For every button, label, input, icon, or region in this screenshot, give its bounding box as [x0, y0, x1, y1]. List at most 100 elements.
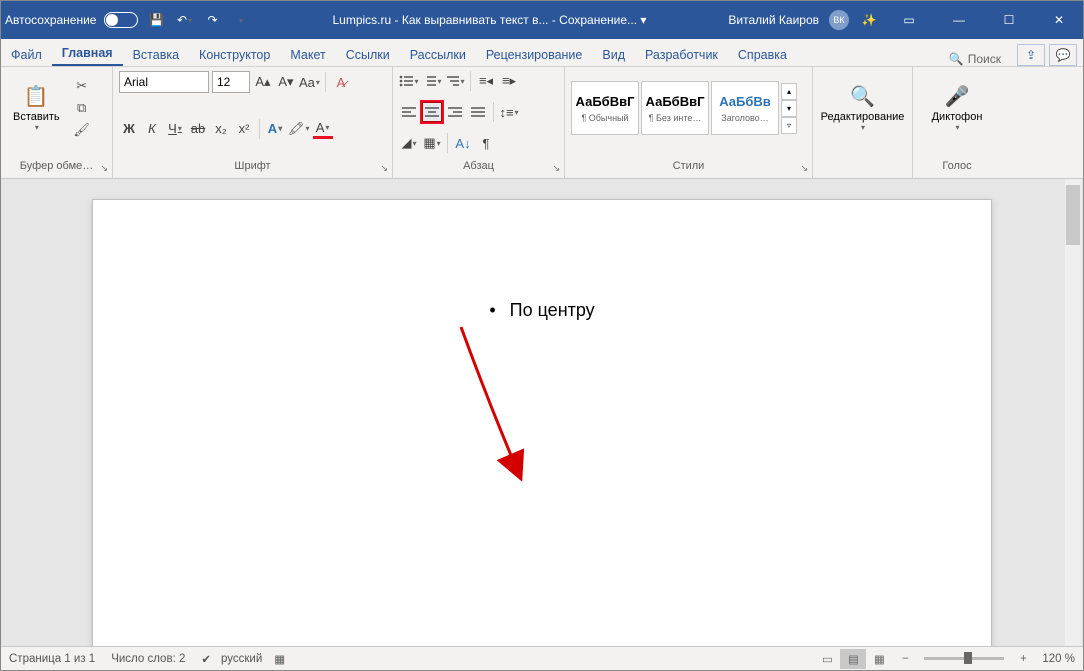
magic-icon[interactable]: ✨ [859, 10, 879, 30]
app-window: Автосохранение 💾 ↶▾ ↷ ▾ Lumpics.ru - Как… [0, 0, 1084, 671]
group-editing: 🔍 Редактирование ▾ [813, 67, 913, 178]
user-name: Виталий Каиров [728, 13, 819, 27]
style-heading1[interactable]: АаБбВвЗаголово… [711, 81, 779, 135]
microphone-icon: 🎤 [945, 84, 970, 109]
tab-layout[interactable]: Макет [280, 44, 335, 66]
find-button[interactable]: 🔍 Редактирование ▾ [819, 71, 906, 145]
ribbon-display-icon[interactable]: ▭ [889, 5, 929, 35]
tab-design[interactable]: Конструктор [189, 44, 280, 66]
print-layout-icon[interactable]: ▤ [840, 649, 866, 669]
zoom-out-icon[interactable]: − [892, 649, 918, 669]
dictate-button[interactable]: 🎤 Диктофон ▾ [919, 71, 995, 145]
clear-format-icon[interactable]: A̷ [331, 72, 351, 92]
maximize-button[interactable]: ☐ [989, 5, 1029, 35]
bullet-paragraph[interactable]: • По центру [173, 300, 911, 321]
increase-indent-icon[interactable]: ≡▸ [499, 71, 519, 91]
styles-more-icon[interactable]: ▿ [781, 117, 797, 134]
line-spacing-icon[interactable]: ↕≡▾ [499, 102, 519, 122]
superscript-icon[interactable]: x² [234, 119, 254, 139]
text-effects-icon[interactable]: A▾ [265, 119, 285, 139]
close-button[interactable]: ✕ [1039, 5, 1079, 35]
user-avatar[interactable]: ВК [829, 10, 849, 30]
document-title: Lumpics.ru - Как выравнивать текст в... [332, 13, 548, 27]
tab-review[interactable]: Рецензирование [476, 44, 593, 66]
minimize-button[interactable]: — [939, 5, 979, 35]
read-mode-icon[interactable]: ▭ [814, 649, 840, 669]
align-center-icon[interactable] [422, 102, 442, 122]
search-box[interactable]: 🔍 Поиск [939, 52, 1011, 66]
italic-button[interactable]: К [142, 119, 162, 139]
document-area[interactable]: • По центру [1, 179, 1083, 646]
styles-label: Стили [673, 160, 705, 172]
shrink-font-icon[interactable]: A▾ [276, 72, 296, 92]
sort-icon[interactable]: A↓ [453, 133, 473, 153]
scroll-thumb[interactable] [1066, 185, 1080, 245]
copy-icon[interactable]: ⧉ [73, 99, 91, 117]
styles-dialog-icon[interactable]: ↘ [800, 163, 808, 174]
decrease-indent-icon[interactable]: ≡◂ [476, 71, 496, 91]
bullets-icon[interactable]: ▾ [399, 71, 419, 91]
underline-button[interactable]: Ч▾ [165, 119, 185, 139]
show-marks-icon[interactable]: ¶ [476, 133, 496, 153]
tab-mailings[interactable]: Рассылки [400, 44, 476, 66]
borders-icon[interactable]: ▦▾ [422, 133, 442, 153]
cut-icon[interactable]: ✂ [73, 77, 91, 95]
zoom-level[interactable]: 120 % [1042, 653, 1075, 665]
save-icon[interactable]: 💾 [146, 10, 166, 30]
styles-up-icon[interactable]: ▴ [781, 83, 797, 100]
autosave-toggle[interactable] [104, 12, 138, 28]
page-number[interactable]: Страница 1 из 1 [9, 653, 95, 665]
vertical-scrollbar[interactable] [1065, 179, 1081, 646]
zoom-slider[interactable] [924, 657, 1004, 660]
align-right-icon[interactable] [445, 102, 465, 122]
font-color-icon[interactable]: A▾ [313, 119, 333, 139]
tab-home[interactable]: Главная [52, 42, 123, 66]
saving-status: - Сохранение... [552, 13, 637, 27]
multilevel-icon[interactable]: ▾ [445, 71, 465, 91]
zoom-in-icon[interactable]: + [1010, 649, 1036, 669]
strike-button[interactable]: ab [188, 119, 208, 139]
spellcheck-icon[interactable]: ✔ [201, 652, 211, 666]
web-layout-icon[interactable]: ▦ [866, 649, 892, 669]
tab-references[interactable]: Ссылки [336, 44, 400, 66]
document-page[interactable]: • По центру [92, 199, 992, 646]
undo-icon[interactable]: ↶▾ [174, 10, 194, 30]
language-status[interactable]: русский [221, 653, 262, 665]
format-painter-icon[interactable]: 🖌 [73, 121, 91, 139]
highlight-icon[interactable]: 🖍▾ [288, 119, 310, 139]
paste-button[interactable]: 📋 Вставить ▾ [7, 82, 66, 134]
style-normal[interactable]: АаБбВвГ¶ Обычный [571, 81, 639, 135]
font-name-input[interactable] [119, 71, 209, 93]
word-count[interactable]: Число слов: 2 [111, 653, 185, 665]
qa-customize-icon[interactable]: ▾ [230, 10, 250, 30]
font-dialog-icon[interactable]: ↘ [380, 163, 388, 174]
tab-view[interactable]: Вид [592, 44, 635, 66]
search-icon: 🔍 [850, 84, 875, 109]
subscript-icon[interactable]: x₂ [211, 119, 231, 139]
clipboard-dialog-icon[interactable]: ↘ [100, 163, 108, 174]
paragraph-text: По центру [510, 300, 595, 321]
autosave-label: Автосохранение [5, 13, 96, 27]
paragraph-dialog-icon[interactable]: ↘ [552, 163, 560, 174]
status-bar: Страница 1 из 1 Число слов: 2 ✔ русский … [1, 646, 1083, 670]
style-no-spacing[interactable]: АаБбВвГ¶ Без инте… [641, 81, 709, 135]
styles-down-icon[interactable]: ▾ [781, 100, 797, 117]
align-left-icon[interactable] [399, 102, 419, 122]
tab-developer[interactable]: Разработчик [635, 44, 728, 66]
shading-icon[interactable]: ◢▾ [399, 133, 419, 153]
tab-insert[interactable]: Вставка [123, 44, 189, 66]
bold-button[interactable]: Ж [119, 119, 139, 139]
macro-icon[interactable]: ▦ [274, 652, 285, 666]
tab-help[interactable]: Справка [728, 44, 797, 66]
font-size-input[interactable] [212, 71, 250, 93]
grow-font-icon[interactable]: A▴ [253, 72, 273, 92]
comments-button[interactable]: 💬 [1049, 44, 1077, 66]
change-case-icon[interactable]: Aa▾ [299, 72, 320, 92]
redo-icon[interactable]: ↷ [202, 10, 222, 30]
justify-icon[interactable] [468, 102, 488, 122]
share-button[interactable]: ⇪ [1017, 44, 1045, 66]
group-voice: 🎤 Диктофон ▾ Голос [913, 67, 1001, 178]
window-title: Lumpics.ru - Как выравнивать текст в... … [250, 13, 728, 27]
numbering-icon[interactable]: ▾ [422, 71, 442, 91]
tab-file[interactable]: Файл [1, 44, 52, 66]
